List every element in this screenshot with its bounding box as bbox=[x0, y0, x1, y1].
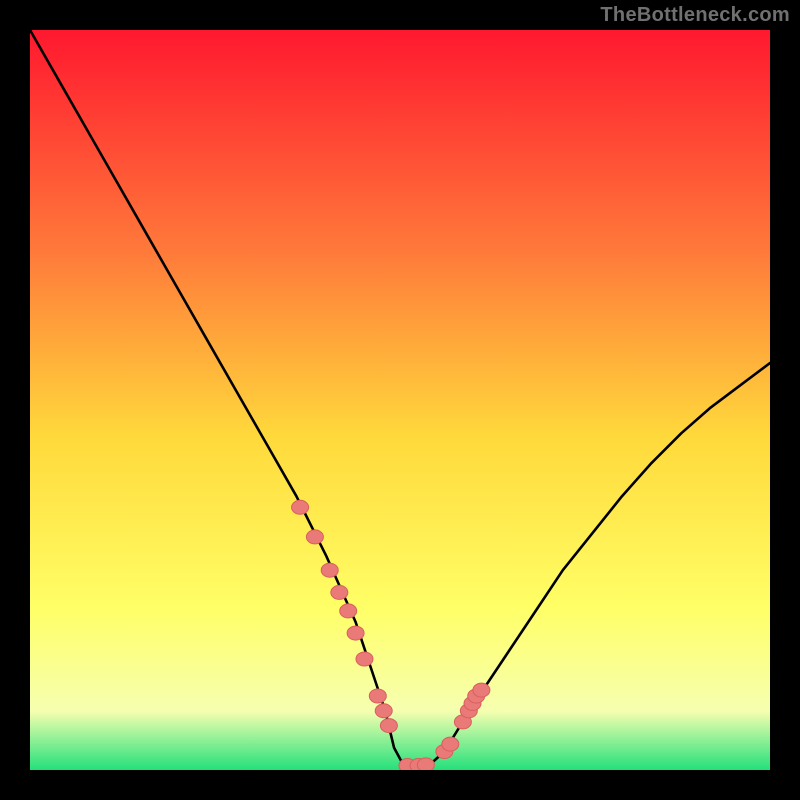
heat-gradient-background bbox=[30, 30, 770, 770]
highlight-point bbox=[356, 652, 373, 666]
highlight-point bbox=[380, 719, 397, 733]
highlight-point bbox=[442, 737, 459, 751]
highlight-point bbox=[347, 626, 364, 640]
highlight-point bbox=[306, 530, 323, 544]
watermark-text: TheBottleneck.com bbox=[600, 4, 790, 27]
highlight-point bbox=[375, 704, 392, 718]
chart-frame: TheBottleneck.com bbox=[0, 0, 800, 800]
highlight-point bbox=[321, 563, 338, 577]
bottleneck-chart bbox=[30, 30, 770, 770]
highlight-point bbox=[473, 683, 490, 697]
highlight-point bbox=[417, 758, 434, 770]
highlight-point bbox=[369, 689, 386, 703]
highlight-point bbox=[331, 585, 348, 599]
highlight-point bbox=[292, 500, 309, 514]
highlight-point bbox=[340, 604, 357, 618]
